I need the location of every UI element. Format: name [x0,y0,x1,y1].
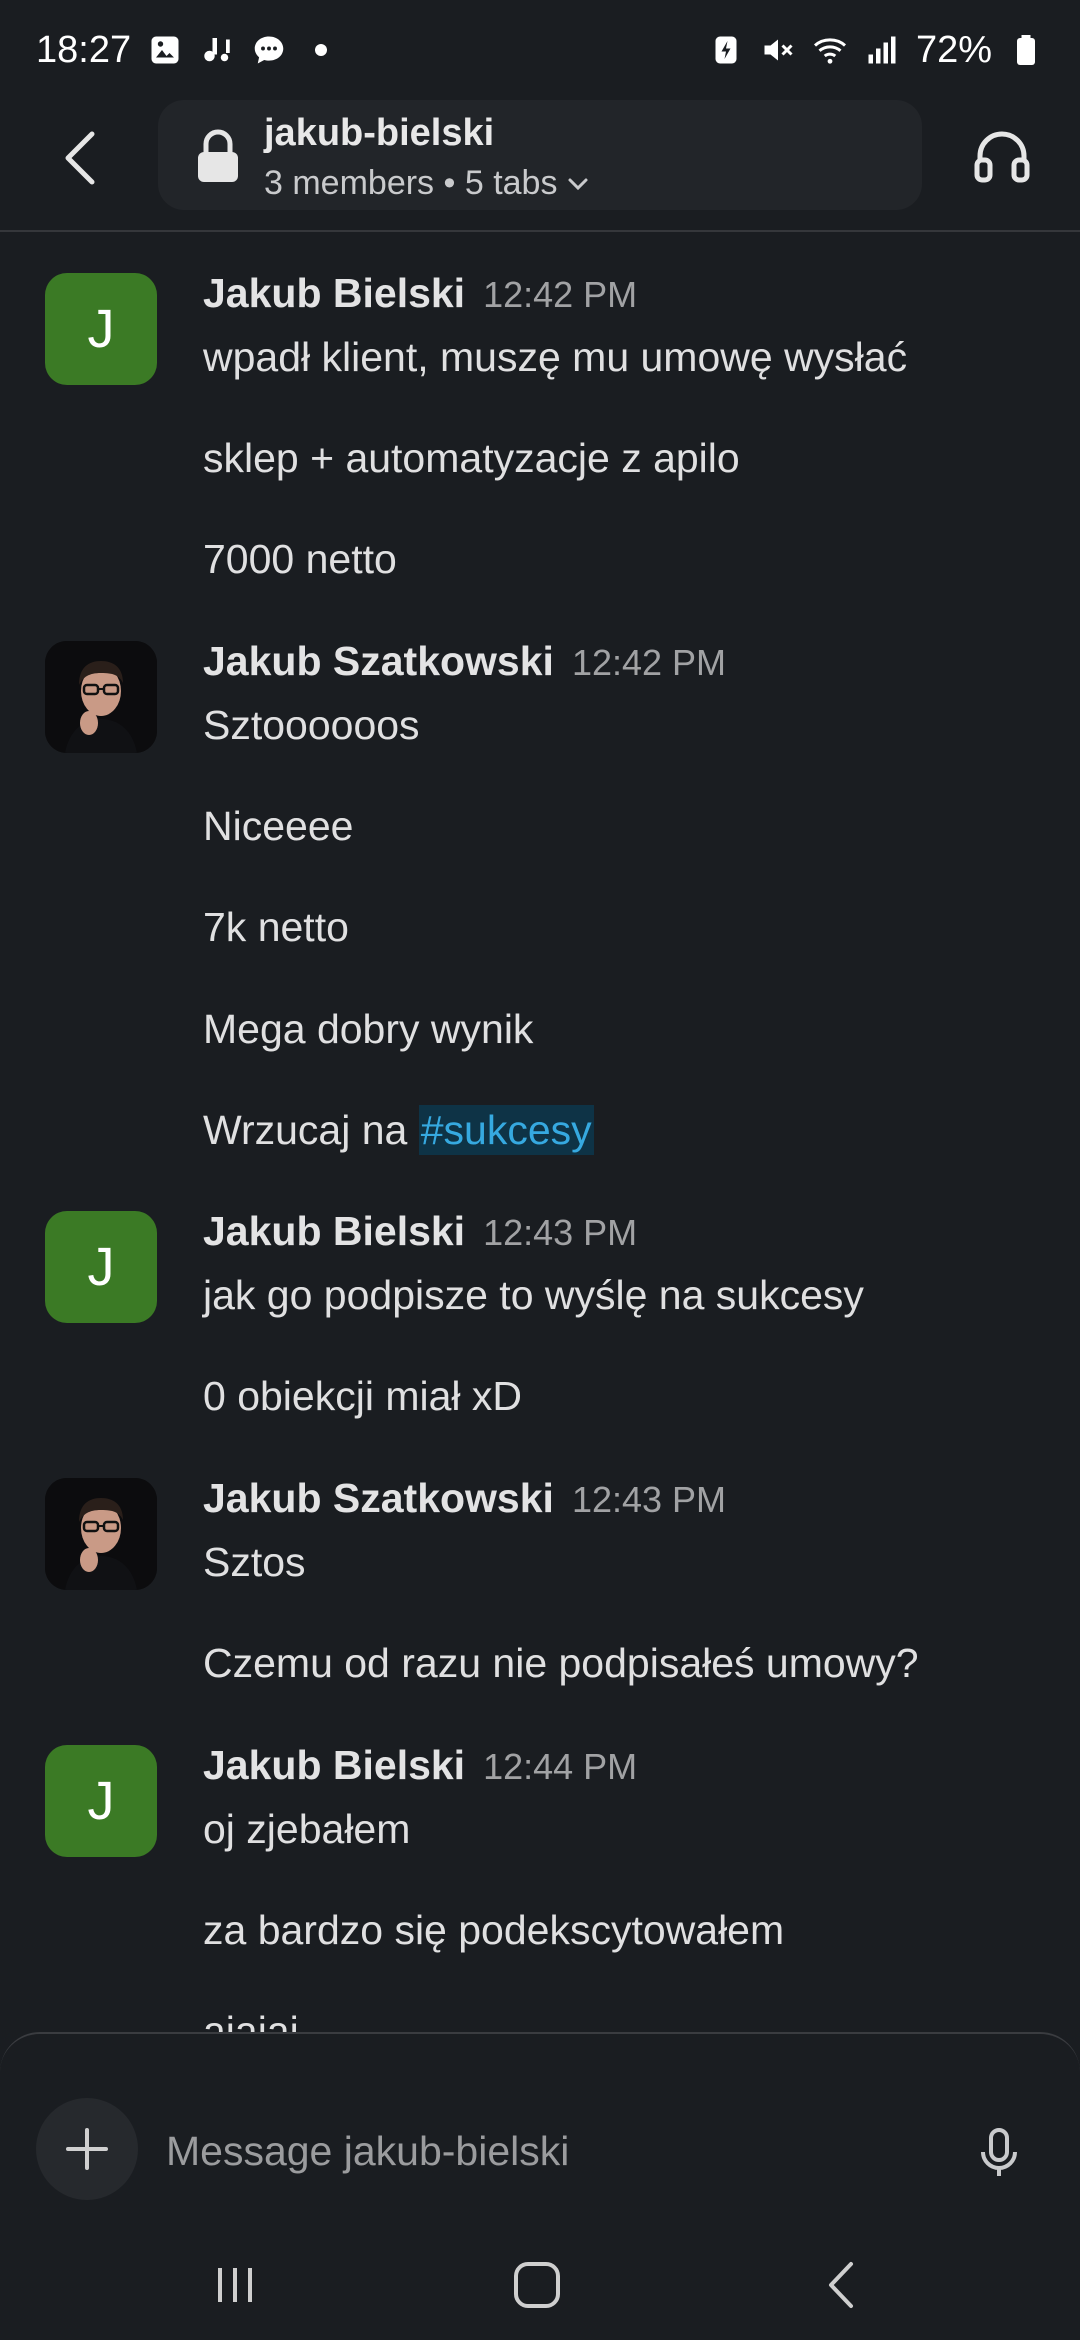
status-time: 18:27 [36,28,132,71]
message-time: 12:42 PM [483,274,638,315]
message-time: 12:43 PM [571,1479,727,1520]
message-header: Jakub Bielski 12:43 PM [203,1208,637,1255]
message-text: jak go podpisze to wyślę na sukcesy [203,1272,864,1318]
message-text: Sztos [203,1539,306,1585]
gallery-icon [147,32,183,68]
avatar[interactable] [45,641,157,753]
avatar[interactable]: J [45,1745,157,1857]
author-name[interactable]: Jakub Szatkowski [203,638,554,684]
author-name[interactable]: Jakub Bielski [203,1742,465,1788]
status-bar: 18:27 72% [0,0,1080,100]
avatar-letter: J [87,1237,115,1297]
message-time: 12:42 PM [571,642,727,683]
dot-icon [303,32,339,68]
profile-photo [45,641,157,753]
wifi-icon [812,32,848,68]
message-header: Jakub Bielski 12:42 PM [203,270,637,317]
message-text: Mega dobry wynik [203,1006,534,1052]
message-time: 12:44 PM [483,1746,638,1787]
home-button[interactable] [502,2250,572,2320]
message-composer [0,2032,1080,2222]
channel-mention-link[interactable]: #sukcesy [418,1105,594,1155]
message-header: Jakub Bielski 12:44 PM [203,1742,637,1789]
message-text: Czemu od razu nie podpisałeś umowy? [203,1640,919,1686]
channel-info-button[interactable]: jakub-bielski 3 members • 5 tabs [158,100,922,210]
channel-name: jakub-bielski [264,112,495,154]
back-icon [65,131,95,185]
system-nav-bar [0,2222,1080,2340]
voicemail-icon [199,32,235,68]
microphone-icon[interactable] [972,2126,1026,2180]
headphones-icon[interactable] [972,126,1032,186]
author-name[interactable]: Jakub Szatkowski [203,1475,554,1521]
avatar[interactable]: J [45,273,157,385]
message-input[interactable] [166,2116,926,2186]
message-text-prefix: Wrzucaj na [203,1107,419,1153]
battery-saver-icon [708,32,744,68]
lock-icon [198,129,238,182]
avatar[interactable]: J [45,1211,157,1323]
nav-back-button[interactable] [806,2250,876,2320]
back-nav-icon [829,2262,853,2308]
message-text: wpadł klient, muszę mu umowę wysłać [203,334,908,380]
author-name[interactable]: Jakub Bielski [203,270,465,316]
message-text: ajajaj [203,2008,299,2034]
message-time: 12:43 PM [483,1212,638,1253]
recent-apps-icon [218,2268,252,2302]
channel-meta-text: 3 members • 5 tabs [264,164,558,202]
avatar-letter: J [87,1771,115,1831]
status-right: 72% [708,29,1044,72]
recent-apps-button[interactable] [200,2250,270,2320]
message-text: 0 obiekcji miał xD [203,1373,522,1419]
chat-bubble-icon [251,32,287,68]
message-header: Jakub Szatkowski 12:43 PM [203,1475,726,1522]
profile-photo [45,1478,157,1590]
message-text: oj zjebałem [203,1806,411,1852]
battery-icon [1008,32,1044,68]
channel-meta: 3 members • 5 tabs [264,164,589,203]
message-text: 7000 netto [203,536,397,582]
plus-icon [66,2128,108,2170]
channel-header: jakub-bielski 3 members • 5 tabs [0,100,1080,232]
signal-icon [864,32,900,68]
message-header: Jakub Szatkowski 12:42 PM [203,638,726,685]
message-text: Niceeee [203,803,354,849]
battery-percent: 72% [915,28,992,71]
back-button[interactable] [44,122,116,194]
author-name[interactable]: Jakub Bielski [203,1208,465,1254]
message-text: 7k netto [203,904,349,950]
message-text: sklep + automatyzacje z apilo [203,435,740,481]
add-attachment-button[interactable] [36,2098,138,2200]
avatar-letter: J [87,299,115,359]
chevron-down-icon [568,178,588,190]
status-left: 18:27 [36,29,339,72]
avatar[interactable] [45,1478,157,1590]
home-icon [514,2262,560,2308]
message-text: Sztoooooos [203,702,420,748]
mute-icon [760,32,796,68]
message-list[interactable]: J Jakub Bielski 12:42 PM wpadł klient, mu… [0,234,1080,2034]
message-text: Wrzucaj na #sukcesy [203,1105,594,1155]
message-text: za bardzo się podekscytowałem [203,1907,785,1953]
